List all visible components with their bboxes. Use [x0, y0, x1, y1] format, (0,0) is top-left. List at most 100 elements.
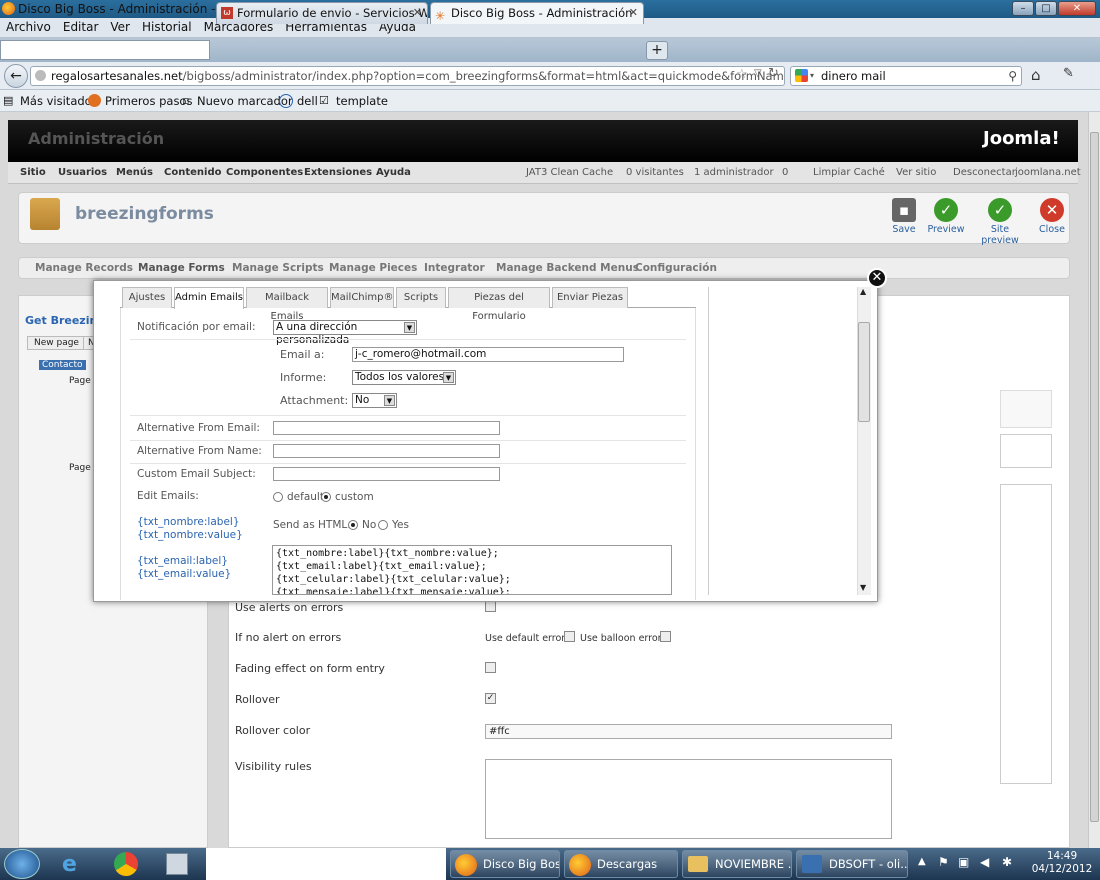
tab-piezas-formulario[interactable]: Piezas del Formulario: [448, 287, 550, 322]
search-engine-dropdown-icon[interactable]: ▾: [810, 67, 814, 85]
jmenu-componentes[interactable]: Componentes: [226, 167, 303, 178]
tree-node-contacto[interactable]: Contacto: [39, 360, 86, 370]
dialog-scroll-thumb[interactable]: [858, 322, 870, 422]
subnav-configuracion[interactable]: Configuración: [635, 262, 717, 274]
network-icon[interactable]: ▣: [958, 855, 969, 869]
placeholder-email-label[interactable]: {txt_email:label}: [137, 555, 228, 567]
minimize-button[interactable]: –: [1012, 1, 1034, 16]
task-noviembre[interactable]: NOVIEMBRE ...: [682, 850, 792, 878]
jmenu-ayuda[interactable]: Ayuda: [376, 167, 411, 178]
task-descargas[interactable]: Descargas: [564, 850, 678, 878]
new-page-button[interactable]: New page: [27, 336, 86, 350]
addon-icon[interactable]: ✎: [1063, 66, 1074, 81]
tab-formulario[interactable]: ω Formulario de envio - Servicios Web J.…: [216, 2, 428, 24]
ie-icon[interactable]: e: [62, 852, 77, 877]
tab-mailchimp[interactable]: MailChimp®: [330, 287, 394, 308]
status-limpiar-cache[interactable]: Limpiar Caché: [813, 167, 885, 178]
scroll-up-icon[interactable]: ▲: [860, 287, 866, 296]
subnav-manage-pieces[interactable]: Manage Pieces: [329, 262, 417, 274]
calculator-icon[interactable]: [166, 853, 188, 875]
bookmark-star-icon[interactable]: ☆: [736, 67, 748, 82]
back-button[interactable]: ←: [4, 64, 28, 88]
jmenu-menus[interactable]: Menús: [116, 167, 153, 178]
task-disco-big-boss[interactable]: Disco Big Boss...: [450, 850, 560, 878]
html-no-radio[interactable]: [348, 520, 358, 530]
bookmark-dell[interactable]: dell: [297, 94, 318, 108]
custom-subject-input[interactable]: [273, 467, 500, 481]
rollover-checkbox[interactable]: ✓: [485, 693, 496, 704]
placeholder-email-value[interactable]: {txt_email:value}: [137, 568, 231, 580]
chrome-icon[interactable]: [114, 852, 138, 876]
close-tab-icon[interactable]: ✕: [629, 3, 638, 23]
new-tab-button[interactable]: +: [646, 41, 668, 60]
tray-app-icon[interactable]: ✱: [1002, 855, 1012, 869]
balloon-errors-checkbox[interactable]: [660, 631, 671, 642]
rollover-color-input[interactable]: #ffc: [485, 724, 892, 739]
alt-from-name-input[interactable]: [273, 444, 500, 458]
home-icon[interactable]: ⌂: [1031, 66, 1041, 84]
jmenu-extensiones[interactable]: Extensiones: [304, 167, 372, 178]
jmenu-contenido[interactable]: Contenido: [164, 167, 221, 178]
menu-archivo[interactable]: Archivo: [0, 18, 57, 37]
url-dropdown-icon[interactable]: ▽: [754, 68, 762, 79]
email-a-input[interactable]: j-c_romero@hotmail.com: [352, 347, 624, 362]
tab-admin-emails[interactable]: Admin Emails: [174, 287, 244, 309]
visibility-rules-textarea[interactable]: [485, 759, 892, 839]
informe-select[interactable]: Todos los valores ▼: [352, 370, 456, 385]
flag-icon[interactable]: ⚑: [938, 855, 949, 869]
bookmark-template[interactable]: template: [336, 94, 388, 108]
subnav-manage-records[interactable]: Manage Records: [35, 262, 133, 274]
subnav-backend-menus[interactable]: Manage Backend Menus: [496, 262, 639, 274]
fading-checkbox[interactable]: [485, 662, 496, 673]
preview-button[interactable]: ✓ Preview: [924, 198, 968, 235]
subnav-manage-scripts[interactable]: Manage Scripts: [232, 262, 324, 274]
close-button[interactable]: ✕ Close: [1030, 198, 1074, 235]
subnav-manage-forms[interactable]: Manage Forms: [138, 262, 225, 274]
jmenu-sitio[interactable]: Sitio: [20, 167, 46, 178]
status-jat3-cache[interactable]: JAT3 Clean Cache: [526, 167, 613, 178]
clock[interactable]: 14:49 04/12/2012: [1030, 850, 1094, 876]
close-window-button[interactable]: ✕: [1058, 1, 1096, 16]
magnifier-icon[interactable]: ⚲: [1008, 67, 1017, 85]
email-template-textarea[interactable]: {txt_nombre:label}{txt_nombre:value}; {t…: [272, 545, 672, 595]
jmenu-usuarios[interactable]: Usuarios: [58, 167, 107, 178]
start-button[interactable]: [4, 849, 40, 879]
tab-scripts[interactable]: Scripts: [396, 287, 446, 308]
volume-icon[interactable]: ◀: [980, 855, 989, 869]
maximize-button[interactable]: □: [1035, 1, 1057, 16]
notificacion-select[interactable]: A una dirección personalizada ▼: [273, 320, 417, 346]
alt-from-email-input[interactable]: [273, 421, 500, 435]
attachment-select[interactable]: No ▼: [352, 393, 397, 408]
bookmark-primeros-pasos[interactable]: Primeros pasos: [105, 94, 192, 108]
status-ver-sitio[interactable]: Ver sitio: [896, 167, 936, 178]
task-dbsoft[interactable]: DBSOFT - oli...: [796, 850, 908, 878]
menu-historial[interactable]: Historial: [136, 18, 198, 37]
menu-editar[interactable]: Editar: [57, 18, 105, 37]
tab-disco-big-boss[interactable]: ✳ Disco Big Boss - Administración ✕: [430, 2, 644, 24]
status-joomlana[interactable]: joomlana.net: [1015, 167, 1081, 178]
scroll-down-icon[interactable]: ▼: [860, 583, 866, 592]
menu-ver[interactable]: Ver: [104, 18, 136, 37]
html-yes-radio[interactable]: [378, 520, 388, 530]
close-tab-icon[interactable]: ✕: [413, 3, 422, 23]
default-errors-checkbox[interactable]: [564, 631, 575, 642]
site-preview-button[interactable]: ✓ Site preview: [972, 198, 1028, 246]
blank-tab[interactable]: [0, 40, 210, 60]
tab-enviar-piezas[interactable]: Enviar Piezas: [552, 287, 628, 308]
tab-ajustes[interactable]: Ajustes: [122, 287, 172, 308]
tree-node-page[interactable]: Page: [69, 463, 91, 473]
search-input[interactable]: ▾ dinero mail ⚲: [790, 66, 1022, 86]
page-scroll-thumb[interactable]: [1090, 132, 1099, 822]
reload-icon[interactable]: ↻: [768, 66, 779, 81]
page-scrollbar[interactable]: [1088, 112, 1100, 848]
edit-custom-radio[interactable]: [321, 492, 331, 502]
edit-default-radio[interactable]: [273, 492, 283, 502]
status-desconectar[interactable]: Desconectar: [953, 167, 1016, 178]
tray-expand-icon[interactable]: ▲: [918, 856, 926, 867]
dialog-close-button[interactable]: ✕: [867, 268, 887, 288]
placeholder-nombre-value[interactable]: {txt_nombre:value}: [137, 529, 243, 541]
tab-mailback-emails[interactable]: Mailback Emails: [246, 287, 328, 322]
use-alerts-checkbox[interactable]: [485, 601, 496, 612]
subnav-integrator[interactable]: Integrator: [424, 262, 485, 274]
save-button[interactable]: ▪ Save: [882, 198, 926, 235]
